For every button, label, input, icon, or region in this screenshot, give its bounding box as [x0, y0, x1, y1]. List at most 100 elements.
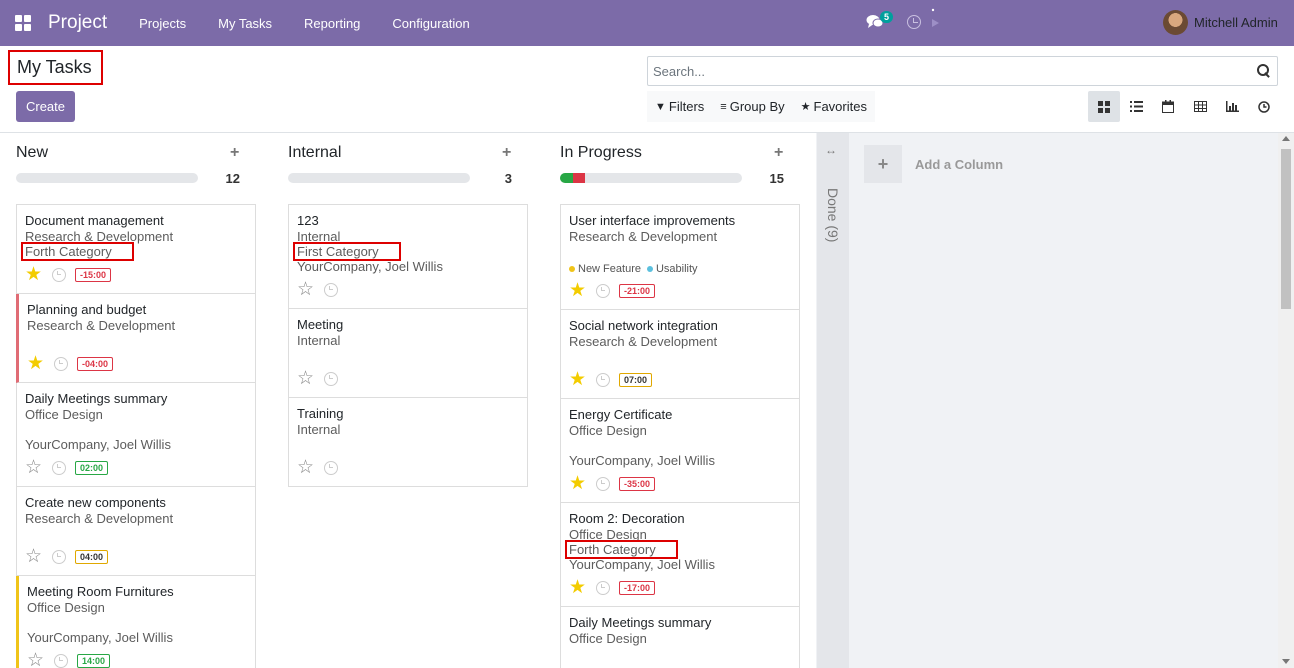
- task-project: Office Design: [27, 600, 105, 615]
- progress-green[interactable]: [560, 173, 573, 183]
- task-card[interactable]: Social network integration Research & Dev…: [560, 310, 800, 399]
- priority-star-icon[interactable]: ☆: [297, 369, 317, 388]
- group-by-button[interactable]: ≡ Group By: [712, 91, 792, 122]
- column-title[interactable]: In Progress: [560, 144, 642, 162]
- vertical-scrollbar[interactable]: [1278, 133, 1294, 668]
- activity-clock-icon[interactable]: [324, 461, 338, 475]
- priority-star-icon[interactable]: ★: [569, 474, 589, 493]
- scroll-down-arrow[interactable]: [1282, 659, 1290, 664]
- user-menu[interactable]: Mitchell Admin: [1194, 15, 1278, 30]
- tag[interactable]: New Feature: [569, 263, 641, 275]
- task-assignees: YourCompany, Joel Willis: [25, 437, 171, 452]
- create-button[interactable]: Create: [16, 91, 75, 122]
- task-card[interactable]: Planning and budget Research & Developmen…: [16, 294, 256, 383]
- activity-clock-icon[interactable]: [54, 654, 68, 668]
- task-card[interactable]: User interface improvements Research & De…: [560, 204, 800, 310]
- calendar-view-button[interactable]: [1152, 91, 1184, 122]
- priority-star-icon[interactable]: ☆: [297, 280, 317, 299]
- priority-star-icon[interactable]: ☆: [297, 458, 317, 477]
- search-icon[interactable]: [1257, 64, 1270, 77]
- task-card[interactable]: Room 2: Decoration Office Design Forth Cat…: [560, 503, 800, 607]
- menu-configuration[interactable]: Configuration: [376, 16, 485, 31]
- activity-clock-icon[interactable]: [52, 550, 66, 564]
- activity-clock-icon[interactable]: [324, 372, 338, 386]
- activity-clock-icon[interactable]: [54, 357, 68, 371]
- task-card[interactable]: Meeting Internal ☆: [288, 309, 528, 398]
- task-card[interactable]: Daily Meetings summaryOffice Design☆: [560, 607, 800, 668]
- deadline-badge: 02:00: [75, 461, 109, 475]
- apps-menu-icon[interactable]: [0, 0, 46, 46]
- list-icon: [1129, 101, 1143, 112]
- deadline-badge: 04:00: [75, 550, 109, 564]
- activity-clock-icon[interactable]: [596, 373, 610, 387]
- list-view-button[interactable]: [1120, 91, 1152, 122]
- task-title: Planning and budget: [27, 302, 147, 317]
- activity-clock-icon[interactable]: [52, 461, 66, 475]
- filters-button[interactable]: ▼ Filters: [647, 91, 712, 122]
- priority-star-icon[interactable]: ☆: [27, 651, 47, 668]
- activity-clock-icon[interactable]: [907, 15, 921, 29]
- column-progress-bar[interactable]: [560, 173, 742, 183]
- column-progress-bar[interactable]: [288, 173, 470, 183]
- column-title[interactable]: Internal: [288, 144, 341, 162]
- task-card[interactable]: Create new components Research & Developm…: [16, 487, 256, 576]
- add-column[interactable]: + Add a Column: [864, 145, 1003, 183]
- expand-arrows-icon: ↔: [825, 143, 837, 157]
- menu-my-tasks[interactable]: My Tasks: [202, 16, 288, 31]
- tag-color-dot: [569, 266, 575, 273]
- task-card[interactable]: Energy Certificate Office Design YourCompa…: [560, 399, 800, 503]
- activity-clock-icon[interactable]: [324, 283, 338, 297]
- progress-red[interactable]: [572, 173, 586, 183]
- deadline-badge: -15:00: [75, 268, 112, 282]
- scroll-thumb[interactable]: [1281, 149, 1291, 309]
- card-list: Document management Research & Developmen…: [16, 204, 256, 668]
- deadline-badge: -04:00: [77, 357, 114, 371]
- activity-clock-icon[interactable]: [52, 268, 66, 282]
- quick-create-plus-icon[interactable]: +: [774, 144, 783, 162]
- avatar[interactable]: [1163, 10, 1188, 35]
- priority-star-icon[interactable]: ★: [569, 281, 589, 300]
- column-title[interactable]: New: [16, 144, 48, 162]
- menu-reporting[interactable]: Reporting: [288, 16, 376, 31]
- priority-star-icon[interactable]: ★: [25, 265, 45, 284]
- filters-label: Filters: [668, 99, 705, 114]
- debug-icon[interactable]: [930, 8, 940, 32]
- column-progress-bar[interactable]: [16, 173, 198, 183]
- task-category: Forth Category: [565, 540, 678, 559]
- tag[interactable]: Usability: [646, 263, 698, 275]
- task-card[interactable]: Daily Meetings summary Office Design YourC…: [16, 383, 256, 487]
- task-card[interactable]: Document management Research & Developmen…: [16, 204, 256, 294]
- priority-star-icon[interactable]: ☆: [25, 458, 45, 477]
- priority-star-icon[interactable]: ★: [569, 578, 589, 597]
- deadline-badge: 07:00: [619, 373, 653, 387]
- activity-clock-icon[interactable]: [596, 581, 610, 595]
- favorites-button[interactable]: ★ Favorites: [793, 91, 875, 122]
- search-input[interactable]: [653, 63, 1243, 79]
- activity-clock-icon[interactable]: [596, 284, 610, 298]
- card-footer: ★ 07:00: [569, 368, 791, 392]
- priority-star-icon[interactable]: ★: [27, 354, 47, 373]
- task-card[interactable]: 123 Internal First Category YourCompany, Jo…: [288, 204, 528, 309]
- quick-create-plus-icon[interactable]: +: [502, 144, 511, 162]
- priority-star-icon[interactable]: ☆: [25, 547, 45, 566]
- task-title: Training: [297, 406, 344, 421]
- card-footer: ☆: [297, 367, 519, 391]
- activity-clock-icon[interactable]: [596, 477, 610, 491]
- task-card[interactable]: Meeting Room Furnitures Office Design Your…: [16, 576, 256, 668]
- menu-projects[interactable]: Projects: [123, 16, 202, 31]
- task-assignees: YourCompany, Joel Willis: [569, 557, 715, 572]
- kanban-column-in-progress: In Progress +15 User interface improvement…: [544, 133, 816, 668]
- app-name[interactable]: Project: [48, 12, 107, 34]
- activity-view-button[interactable]: [1248, 91, 1280, 122]
- kanban-view-button[interactable]: [1088, 91, 1120, 122]
- graph-icon: [1225, 101, 1239, 112]
- kanban-board: New +12 Document management Research & Deve…: [0, 132, 1294, 668]
- quick-create-plus-icon[interactable]: +: [230, 144, 239, 162]
- graph-view-button[interactable]: [1216, 91, 1248, 122]
- priority-star-icon[interactable]: ★: [569, 370, 589, 389]
- scroll-up-arrow[interactable]: [1282, 136, 1290, 141]
- pivot-view-button[interactable]: [1184, 91, 1216, 122]
- folded-column-done[interactable]: ↔ Done (9): [817, 133, 849, 668]
- task-card[interactable]: Training Internal ☆: [288, 398, 528, 487]
